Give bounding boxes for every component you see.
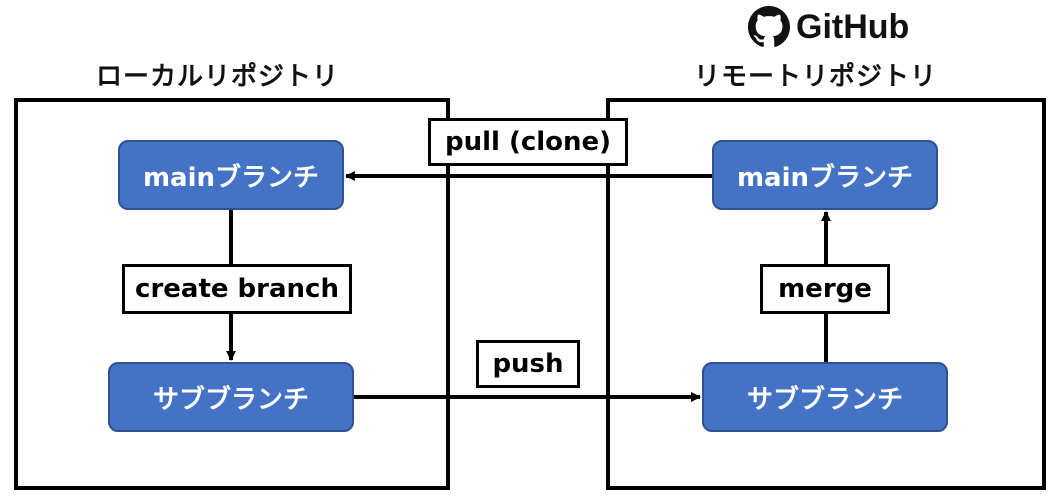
push-label: push <box>476 340 580 388</box>
merge-label: merge <box>760 264 890 314</box>
remote-sub-branch-node: サブブランチ <box>702 362 948 432</box>
remote-main-branch-node: mainブランチ <box>712 140 938 210</box>
local-sub-branch-node: サブブランチ <box>108 362 354 432</box>
local-main-branch-node: mainブランチ <box>118 140 344 210</box>
create-branch-label: create branch <box>122 264 352 314</box>
pull-label: pull (clone) <box>428 118 628 166</box>
